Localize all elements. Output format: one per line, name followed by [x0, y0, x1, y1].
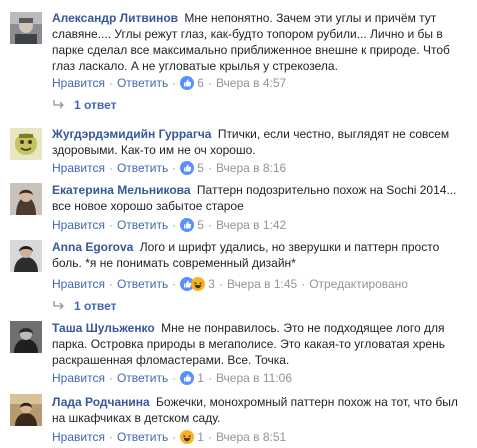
like-button[interactable]: Нравится: [52, 370, 105, 386]
comment-body: Лада Родчанина Божечки, монохромный патт…: [52, 394, 470, 426]
like-button[interactable]: Нравится: [52, 276, 105, 292]
separator-dot: ·: [172, 430, 177, 444]
separator-dot: ·: [301, 277, 306, 291]
comment-timestamp[interactable]: Вчера в 8:51: [216, 429, 286, 445]
like-button[interactable]: Нравится: [52, 429, 105, 445]
reply-button[interactable]: Ответить: [117, 370, 168, 386]
reactions-count[interactable]: 5: [197, 217, 204, 233]
author-name[interactable]: Александр Литвинов: [52, 11, 178, 25]
reactions-count[interactable]: 3: [208, 276, 215, 292]
thumbs-up-reaction-icon: [180, 218, 195, 232]
avatar[interactable]: [10, 394, 42, 426]
separator-dot: ·: [108, 161, 113, 175]
replies-count-label[interactable]: 1 ответ: [74, 97, 117, 113]
separator-dot: ·: [108, 430, 113, 444]
reply-button[interactable]: Ответить: [117, 75, 168, 91]
reply-button[interactable]: Ответить: [117, 160, 168, 176]
avatar[interactable]: [10, 240, 42, 272]
separator-dot: ·: [108, 277, 113, 291]
thumbs-up-reaction-icon: [180, 161, 195, 175]
thumbs-up-reaction-icon: [180, 371, 195, 385]
separator-dot: ·: [172, 76, 177, 90]
reactions[interactable]: [180, 76, 195, 90]
comment-timestamp[interactable]: Вчера в 8:16: [216, 160, 286, 176]
like-button[interactable]: Нравится: [52, 217, 105, 233]
laughing-face-reaction-icon: [191, 277, 206, 291]
reactions[interactable]: [180, 430, 195, 444]
like-button[interactable]: Нравится: [52, 160, 105, 176]
comment-timestamp[interactable]: Вчера в 4:57: [216, 75, 286, 91]
thumbs-up-reaction-icon: [180, 76, 195, 90]
comments-panel: { "comments": [ { "author": "Александр Л…: [0, 0, 477, 448]
author-name[interactable]: Лада Родчанина: [52, 395, 150, 409]
separator-dot: ·: [172, 161, 177, 175]
comment-timestamp[interactable]: Вчера в 1:45: [227, 276, 297, 292]
avatar[interactable]: [10, 12, 42, 44]
comment-actions: Нравится · Ответить · 5 · Вчера в 1:42: [52, 217, 286, 233]
separator-dot: ·: [207, 161, 212, 175]
comment-timestamp[interactable]: Вчера в 1:42: [216, 217, 286, 233]
reactions[interactable]: [180, 277, 206, 291]
separator-dot: ·: [207, 76, 212, 90]
separator-dot: ·: [172, 371, 177, 385]
edited-label[interactable]: Отредактировано: [309, 276, 408, 292]
comment-body: Таша Шульженко Мне не понравилось. Это н…: [52, 320, 470, 368]
comment-actions: Нравится · Ответить · 6 · Вчера в 4:57: [52, 75, 286, 91]
author-name[interactable]: Жугдэрдэмидийн Гуррагча: [52, 127, 211, 141]
separator-dot: ·: [207, 218, 212, 232]
separator-dot: ·: [207, 430, 212, 444]
avatar[interactable]: [10, 128, 42, 160]
comment-actions: Нравится · Ответить · 1 · Вчера в 8:51: [52, 429, 286, 445]
reply-button[interactable]: Ответить: [117, 217, 168, 233]
author-name[interactable]: Таша Шульженко: [52, 321, 155, 335]
comment-body: Anna Egorova Лого и шрифт удались, но зв…: [52, 239, 470, 271]
reactions-count[interactable]: 5: [197, 160, 204, 176]
reply-button[interactable]: Ответить: [117, 276, 168, 292]
reactions[interactable]: [180, 161, 195, 175]
replies-toggle[interactable]: 1 ответ: [52, 298, 117, 314]
comment-body: Екатерина Мельникова Паттерн подозритель…: [52, 182, 470, 214]
like-button[interactable]: Нравится: [52, 75, 105, 91]
reactions-count[interactable]: 6: [197, 75, 204, 91]
laughing-face-reaction-icon: [180, 430, 195, 444]
separator-dot: ·: [172, 218, 177, 232]
comment-actions: Нравится · Ответить · 5 · Вчера в 8:16: [52, 160, 286, 176]
author-name[interactable]: Anna Egorova: [52, 240, 133, 254]
reply-arrow-icon: [52, 99, 66, 111]
comment-timestamp[interactable]: Вчера в 11:06: [216, 370, 292, 386]
separator-dot: ·: [218, 277, 223, 291]
replies-count-label[interactable]: 1 ответ: [74, 298, 117, 314]
reactions[interactable]: [180, 371, 195, 385]
separator-dot: ·: [108, 371, 113, 385]
comment-body: Жугдэрдэмидийн Гуррагча Птички, если чес…: [52, 126, 470, 158]
avatar[interactable]: [10, 183, 42, 215]
reactions-count[interactable]: 1: [197, 370, 204, 386]
reply-button[interactable]: Ответить: [117, 429, 168, 445]
reactions[interactable]: [180, 218, 195, 232]
author-name[interactable]: Екатерина Мельникова: [52, 183, 191, 197]
separator-dot: ·: [108, 76, 113, 90]
comment-actions: Нравится · Ответить · 1 · Вчера в 11:06: [52, 370, 292, 386]
reactions-count[interactable]: 1: [197, 429, 204, 445]
replies-toggle[interactable]: 1 ответ: [52, 97, 117, 113]
comment-actions: Нравится · Ответить · 3 · Вчера в 1:45 ·…: [52, 276, 408, 292]
avatar[interactable]: [10, 321, 42, 353]
comment-body: Александр Литвинов Мне непонятно. Зачем …: [52, 10, 470, 74]
reply-arrow-icon: [52, 300, 66, 312]
separator-dot: ·: [172, 277, 177, 291]
separator-dot: ·: [108, 218, 113, 232]
separator-dot: ·: [207, 371, 212, 385]
